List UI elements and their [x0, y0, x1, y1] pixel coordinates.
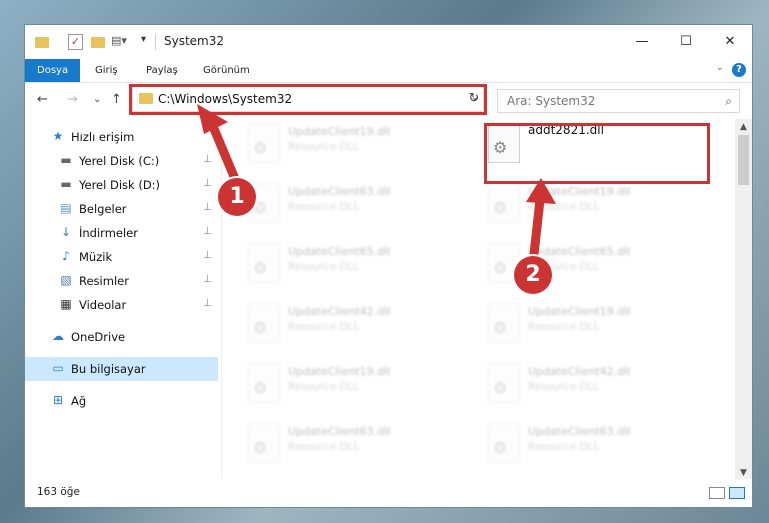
- annotation-arrows: [197, 104, 556, 259]
- arrow-1: [197, 104, 243, 191]
- arrow-2: [526, 178, 556, 259]
- callout-badge-2: 2: [514, 256, 552, 294]
- callout-badge-1: 1: [218, 178, 256, 216]
